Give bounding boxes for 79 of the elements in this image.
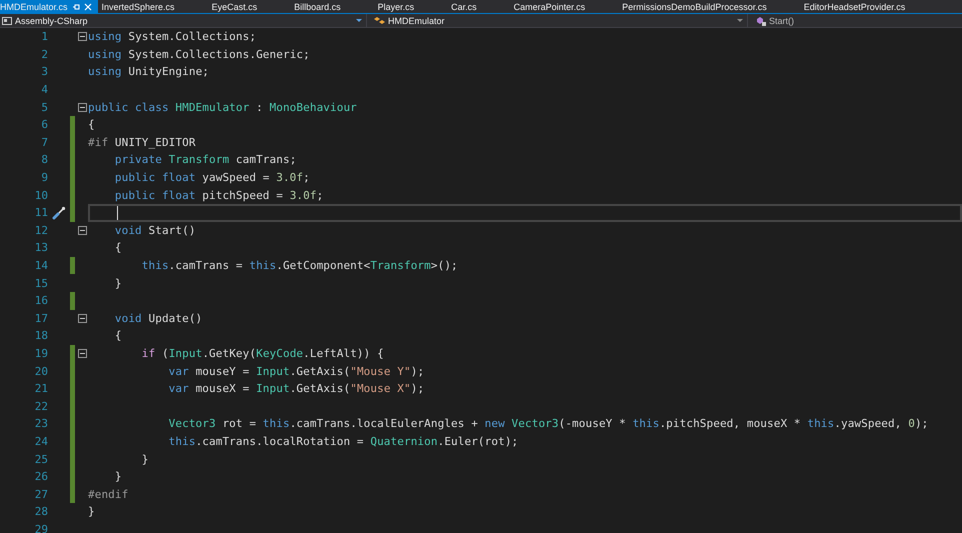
file-tab[interactable]: EyeCast.cs xyxy=(208,0,290,13)
file-tab[interactable]: Billboard.cs xyxy=(290,0,374,13)
code-line: private Transform camTrans; xyxy=(114,153,296,166)
line-number: 10 xyxy=(34,188,48,202)
code-line: #endif xyxy=(88,488,128,501)
line-number: 12 xyxy=(34,224,48,237)
code-line: var mouseX = Input.GetAxis("Mouse X"); xyxy=(168,382,424,396)
line-number: 25 xyxy=(34,452,48,466)
code-line: this.camTrans = this.GetComponent<Transform>(); xyxy=(140,259,458,272)
line-number: 9 xyxy=(40,171,48,184)
line-number: 27 xyxy=(34,488,48,501)
dropdown-caret-icon[interactable] xyxy=(356,18,362,22)
collapse-icon[interactable] xyxy=(78,314,87,323)
screwdriver-icon[interactable] xyxy=(52,206,66,220)
collapse-icon[interactable] xyxy=(78,102,87,112)
line-number: 7 xyxy=(40,136,48,149)
text-cursor xyxy=(117,206,118,220)
project-dropdown[interactable]: Assembly-CSharp xyxy=(0,14,367,27)
code-line: Vector3 rot = this.camTrans.localEulerAngles + new Vector3(-mouseY * this.pitchSpeed, mouseX * this.yawSpeed, 0); xyxy=(168,417,928,430)
line-number: 23 xyxy=(34,417,48,430)
code-line: void Start() xyxy=(114,224,196,237)
code-line: } xyxy=(88,505,95,518)
code-line: { xyxy=(88,118,95,132)
line-number: 5 xyxy=(40,100,48,114)
line-number: 13 xyxy=(34,241,48,254)
code-line: { xyxy=(114,241,122,254)
collapse-icon[interactable] xyxy=(78,226,87,235)
code-line: if (Input.GetKey(KeyCode.LeftAlt)) { xyxy=(140,346,384,360)
line-number: 24 xyxy=(34,434,48,448)
code-line: #if UNITY_EDITOR xyxy=(88,136,196,149)
line-number: 14 xyxy=(34,259,48,272)
code-line: } xyxy=(114,276,122,290)
code-line: var mouseY = Input.GetAxis("Mouse Y"); xyxy=(168,364,424,378)
line-number: 6 xyxy=(40,118,48,132)
line-number: 8 xyxy=(40,153,48,166)
code-line: { xyxy=(114,329,122,342)
line-number: 29 xyxy=(34,522,48,533)
line-number: 16 xyxy=(34,294,48,308)
collapse-icon[interactable] xyxy=(78,348,87,358)
line-number: 2 xyxy=(40,48,48,61)
line-number: 15 xyxy=(34,276,48,290)
line-number: 1 xyxy=(40,30,48,44)
pin-icon[interactable] xyxy=(72,2,80,10)
line-number: 4 xyxy=(40,83,48,96)
file-tab[interactable]: HMDEmulator.cs xyxy=(0,0,98,13)
code-line: } xyxy=(140,452,149,466)
file-tab[interactable]: Car.cs xyxy=(447,0,510,13)
line-number: 19 xyxy=(34,346,48,360)
project-icon xyxy=(2,16,12,26)
code-line: using System.Collections; xyxy=(88,30,256,44)
line-number: 28 xyxy=(34,505,48,518)
file-tab[interactable]: Player.cs xyxy=(374,0,448,13)
dropdown-caret-icon[interactable] xyxy=(737,18,743,22)
line-number: 21 xyxy=(34,382,48,396)
code-line: public class HMDEmulator : MonoBehaviour xyxy=(88,100,357,114)
type-dropdown[interactable]: HMDEmulator xyxy=(367,14,748,27)
code-line: this.camTrans.localRotation = Quaternion.Euler(rot); xyxy=(168,434,518,448)
line-number: 20 xyxy=(34,364,48,378)
line-number: 22 xyxy=(34,400,48,413)
member-dropdown[interactable]: Start() xyxy=(748,14,794,27)
line-number: 18 xyxy=(34,329,48,342)
method-icon xyxy=(756,16,766,26)
code-line: } xyxy=(114,470,122,484)
file-tab[interactable]: PermissionsDemoBuildProcessor.cs xyxy=(618,0,800,13)
code-line: public float yawSpeed = 3.0f; xyxy=(114,171,310,184)
line-number: 3 xyxy=(40,65,48,78)
line-number: 17 xyxy=(34,312,48,325)
code-line: using System.Collections.Generic; xyxy=(88,48,310,61)
file-tab[interactable]: EditorHeadsetProvider.cs xyxy=(800,0,938,13)
file-tab[interactable]: InvertedSphere.cs xyxy=(98,0,208,13)
close-icon[interactable] xyxy=(84,2,92,10)
file-tab[interactable]: CameraPointer.cs xyxy=(510,0,618,13)
code-line: using UnityEngine; xyxy=(88,65,210,78)
class-icon xyxy=(373,16,385,26)
code-line: public float pitchSpeed = 3.0f; xyxy=(114,188,324,202)
line-number: 11 xyxy=(34,206,48,220)
code-line: void Update() xyxy=(114,312,202,325)
collapse-icon[interactable] xyxy=(78,32,87,42)
line-number: 26 xyxy=(34,470,48,484)
